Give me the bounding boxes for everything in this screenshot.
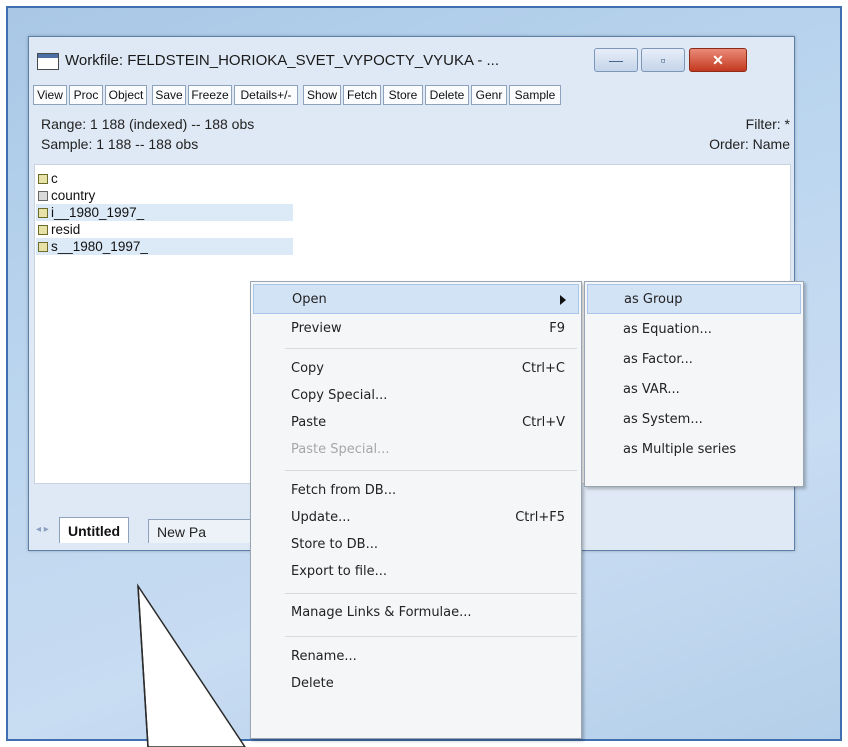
menu-item-update[interactable]: Update... Ctrl+F5 <box>253 503 579 533</box>
range-info: Range: 1 188 (indexed) -- 188 obs <box>41 116 255 132</box>
sample-info: Sample: 1 188 -- 188 obs <box>41 136 199 152</box>
submenu-item-as-system[interactable]: as System... <box>587 405 801 435</box>
genr-button[interactable]: Genr <box>471 85 507 105</box>
order-info: Order: Name <box>709 136 790 152</box>
filter-info: Filter: * <box>745 116 790 132</box>
list-item[interactable]: c <box>36 170 58 187</box>
menu-item-paste-special: Paste Special... <box>291 442 390 457</box>
menu-separator <box>285 593 577 594</box>
submenu-item-as-factor[interactable]: as Factor... <box>587 345 801 375</box>
save-button[interactable]: Save <box>152 85 186 105</box>
list-item[interactable]: country <box>36 187 95 204</box>
menu-separator <box>285 348 577 349</box>
series-icon <box>38 208 48 218</box>
series-icon <box>38 225 48 235</box>
delete-button[interactable]: Delete <box>425 85 469 105</box>
context-menu: Open Preview F9 Copy Ctrl+C Copy Special… <box>250 281 582 739</box>
menu-item-paste[interactable]: Paste Ctrl+V <box>253 408 579 438</box>
menu-item-copy-special[interactable]: Copy Special... <box>253 381 579 411</box>
menu-item-manage-links[interactable]: Manage Links & Formulae... <box>253 598 579 628</box>
fetch-button[interactable]: Fetch <box>343 85 381 105</box>
menu-item-export-to-file[interactable]: Export to file... <box>253 557 579 587</box>
list-item[interactable]: i__1980_1997_ <box>36 204 293 221</box>
menu-item-delete[interactable]: Delete <box>253 669 579 699</box>
list-item[interactable]: s__1980_1997_ <box>36 238 293 255</box>
tab-untitled[interactable]: Untitled <box>59 517 130 543</box>
title-bar[interactable]: Workfile: FELDSTEIN_HORIOKA_SVET_VYPOCTY… <box>29 37 794 85</box>
details-button[interactable]: Details+/- <box>234 85 298 105</box>
menu-item-preview[interactable]: Preview F9 <box>253 314 579 344</box>
close-button[interactable]: ✕ <box>689 48 747 72</box>
menu-item-copy[interactable]: Copy Ctrl+C <box>253 354 579 384</box>
alpha-series-icon <box>38 191 48 201</box>
minimize-button[interactable]: — <box>594 48 638 72</box>
proc-button[interactable]: Proc <box>69 85 103 105</box>
object-button[interactable]: Object <box>105 85 147 105</box>
menu-separator <box>285 470 577 471</box>
submenu-item-as-equation[interactable]: as Equation... <box>587 315 801 345</box>
tab-new-page[interactable]: New Pa <box>148 519 258 543</box>
freeze-button[interactable]: Freeze <box>188 85 232 105</box>
workfile-icon <box>37 53 59 70</box>
submenu-item-as-group[interactable]: as Group <box>587 284 801 314</box>
menu-item-fetch-from-db[interactable]: Fetch from DB... <box>253 476 579 506</box>
series-icon <box>38 242 48 252</box>
list-item[interactable]: resid <box>36 221 80 238</box>
view-button[interactable]: View <box>33 85 67 105</box>
sample-button[interactable]: Sample <box>509 85 561 105</box>
maximize-button[interactable]: ▫ <box>641 48 685 72</box>
store-button[interactable]: Store <box>383 85 423 105</box>
menu-item-store-to-db[interactable]: Store to DB... <box>253 530 579 560</box>
menu-separator <box>285 636 577 637</box>
menu-item-open[interactable]: Open <box>253 284 579 314</box>
coef-icon <box>38 174 48 184</box>
window-title: Workfile: FELDSTEIN_HORIOKA_SVET_VYPOCTY… <box>65 52 500 69</box>
show-button[interactable]: Show <box>303 85 341 105</box>
tab-scroll-arrows-icon[interactable]: ◂ ▸ <box>36 524 49 535</box>
submenu-item-as-multiple-series[interactable]: as Multiple series <box>587 435 801 465</box>
submenu-arrow-icon <box>560 295 566 305</box>
submenu-item-as-var[interactable]: as VAR... <box>587 375 801 405</box>
open-submenu: as Group as Equation... as Factor... as … <box>584 281 804 487</box>
menu-item-rename[interactable]: Rename... <box>253 642 579 672</box>
